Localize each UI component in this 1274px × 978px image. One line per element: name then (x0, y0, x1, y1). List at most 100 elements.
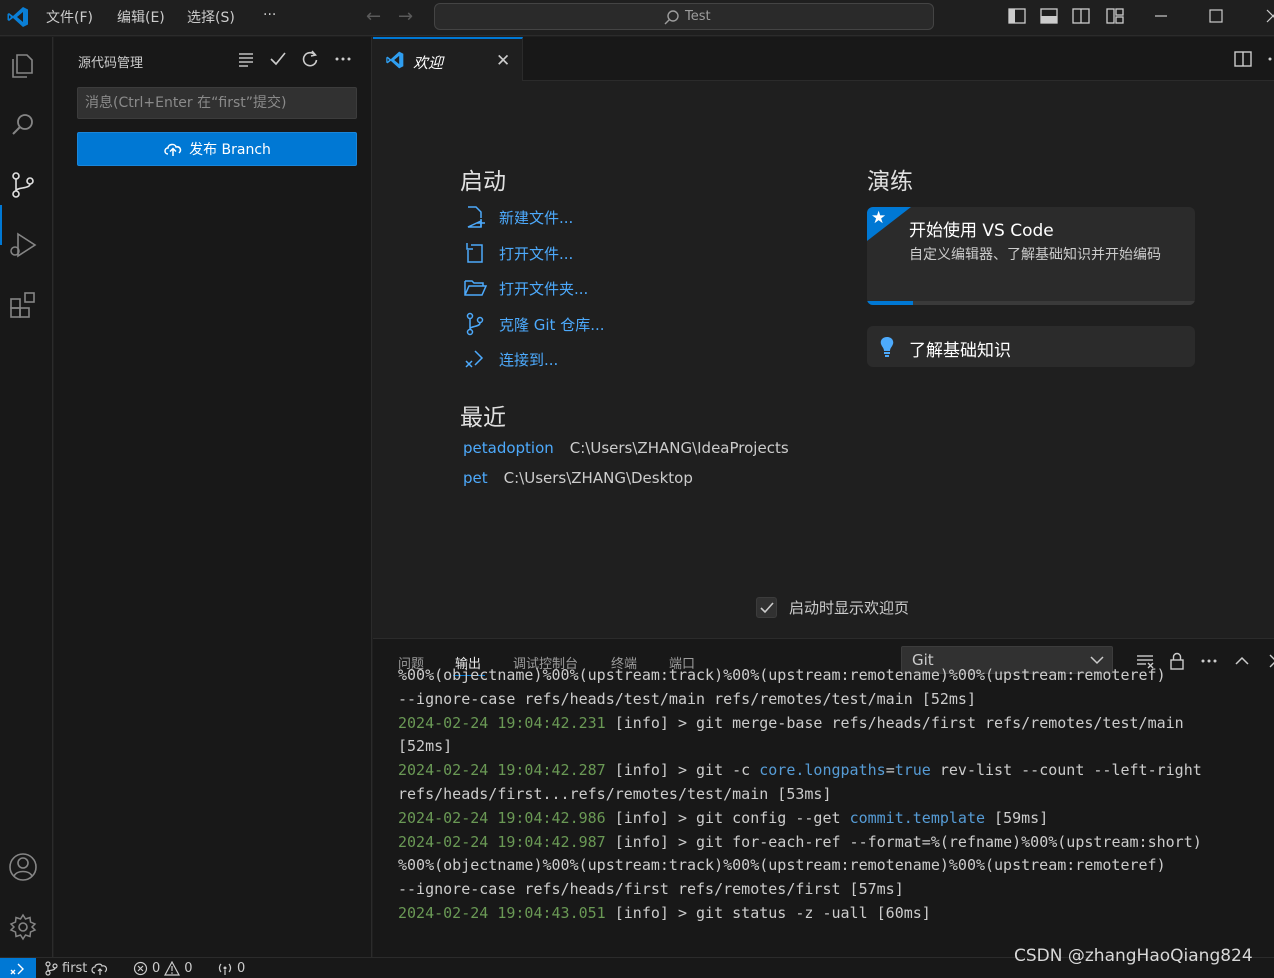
extensions-icon[interactable] (5, 287, 41, 323)
output-segment: 2024-02-24 19:04:42.287 (398, 761, 606, 780)
output-segment: commit.template (849, 808, 986, 827)
output-line: 2024-02-24 19:04:43.051 [info] > git sta… (398, 902, 1268, 926)
lightbulb-icon (880, 337, 894, 357)
more-actions-icon[interactable] (333, 49, 353, 69)
menu-edit[interactable]: 编辑(E) (117, 7, 165, 27)
watermark-text: CSDN @zhangHaoQiang824 (1014, 946, 1253, 966)
accounts-icon[interactable] (5, 849, 41, 885)
learn-basics-card[interactable]: 了解基础知识 (867, 326, 1195, 367)
menu-file[interactable]: 文件(F) (46, 7, 93, 27)
run-debug-icon[interactable] (5, 227, 41, 263)
command-center-search[interactable]: Test (434, 3, 934, 30)
connect-to-label: 连接到... (499, 350, 559, 369)
branch-name: first (62, 961, 88, 976)
output-line: 2024-02-24 19:04:42.987 [info] > git for… (398, 831, 1268, 855)
commit-check-icon[interactable] (268, 49, 288, 69)
search-text: Test (685, 9, 711, 24)
warning-count: 0 (184, 961, 193, 976)
warning-icon (164, 961, 181, 976)
open-folder-link[interactable]: 打开文件夹... (463, 275, 588, 301)
output-log[interactable]: %00%(objectname)%00%(upstream:track)%00%… (398, 664, 1268, 944)
branch-indicator[interactable]: first (44, 961, 109, 976)
show-welcome-on-startup[interactable]: 启动时显示欢迎页 (756, 597, 909, 618)
split-editor-icon[interactable] (1233, 49, 1253, 69)
tab-close-icon[interactable]: ✕ (496, 51, 510, 71)
new-file-link[interactable]: 新建文件... (463, 204, 573, 230)
new-file-label: 新建文件... (499, 208, 574, 227)
output-line: 2024-02-24 19:04:42.986 [info] > git con… (398, 807, 1268, 831)
vscode-logo-icon (7, 7, 28, 27)
git-branch-icon (45, 961, 58, 976)
open-folder-icon (464, 280, 487, 296)
open-file-link[interactable]: 打开文件... (463, 240, 573, 266)
start-section-title: 启动 (460, 169, 506, 195)
ports-indicator[interactable]: 0 (217, 961, 245, 976)
error-icon (133, 961, 148, 976)
customize-layout-icon[interactable] (1104, 6, 1126, 26)
publish-branch-label: 发布 Branch (189, 142, 271, 158)
output-segment: %00%(objectname)%00%(upstream:track)%00%… (398, 666, 1166, 684)
minimize-icon[interactable] (1150, 6, 1172, 26)
toggle-secondary-sidebar-icon[interactable] (1070, 6, 1092, 26)
editor-tabs: 欢迎 ✕ (373, 37, 1274, 81)
open-file-label: 打开文件... (499, 244, 574, 263)
back-arrow-icon[interactable]: ← (366, 6, 381, 27)
star-icon: ★ (871, 208, 887, 228)
menu-selection[interactable]: 选择(S) (187, 7, 235, 27)
get-started-walkthrough-card[interactable]: ★ 开始使用 VS Code 自定义编辑器、了解基础知识并开始编码 (867, 207, 1195, 305)
publish-cloud-icon (91, 963, 108, 975)
show-welcome-checkbox[interactable] (756, 597, 777, 618)
output-line: %00%(objectname)%00%(upstream:track)%00%… (398, 664, 1268, 688)
output-segment: [59ms] (985, 808, 1049, 827)
output-line: --ignore-case refs/heads/first refs/remo… (398, 878, 1268, 902)
output-segment: --ignore-case refs/heads/test/main refs/… (398, 689, 976, 708)
sidebar-title: 源代码管理 (78, 56, 144, 71)
view-as-list-icon[interactable] (236, 49, 256, 69)
walkthrough-section-title: 演练 (867, 169, 913, 195)
explorer-icon[interactable] (5, 47, 41, 83)
error-count: 0 (152, 961, 161, 976)
recent-item-path: C:\Users\ZHANG\Desktop (503, 469, 693, 487)
output-segment: --ignore-case refs/heads/first refs/remo… (398, 880, 904, 899)
output-line: 2024-02-24 19:04:42.287 [info] > git -c … (398, 759, 1268, 783)
output-line: [52ms] (398, 735, 1268, 759)
open-folder-label: 打开文件夹... (499, 279, 589, 298)
remote-icon (10, 963, 24, 974)
commit-message-input[interactable] (77, 87, 357, 119)
recent-item-name[interactable]: pet (463, 469, 488, 487)
output-segment: rev-list --count --left-right (930, 761, 1202, 780)
recent-item: petadoption C:\Users\ZHANG\IdeaProjects (463, 439, 789, 457)
output-segment: [info] > git status -z -uall [60ms] (605, 903, 931, 922)
close-window-icon[interactable] (1262, 6, 1274, 26)
bottom-panel: 问题 输出 调试控制台 终端 端口 Git %00%(objectname)%0… (373, 638, 1274, 957)
open-file-icon (466, 243, 483, 263)
output-segment: [info] > git config --get (605, 808, 850, 827)
publish-branch-button[interactable]: 发布 Branch (77, 132, 357, 166)
maximize-icon[interactable] (1205, 6, 1227, 26)
search-view-icon[interactable] (5, 107, 41, 143)
output-segment: [info] > git for-each-ref --format=%(ref… (605, 832, 1202, 851)
clone-repo-link[interactable]: 克隆 Git 仓库... (463, 311, 605, 337)
learn-basics-title: 了解基础知识 (909, 341, 1011, 361)
refresh-icon[interactable] (300, 49, 320, 69)
problems-indicator[interactable]: 0 0 (133, 961, 193, 976)
toggle-primary-sidebar-icon[interactable] (1006, 6, 1028, 26)
editor-more-icon[interactable] (1266, 49, 1274, 69)
connect-to-link[interactable]: 连接到... (463, 346, 558, 372)
settings-gear-icon[interactable] (5, 909, 41, 945)
recent-item-name[interactable]: petadoption (463, 439, 554, 457)
source-control-icon[interactable] (5, 167, 41, 203)
output-segment: 2024-02-24 19:04:42.231 (398, 713, 606, 732)
forward-arrow-icon[interactable]: → (398, 6, 413, 27)
tab-welcome[interactable]: 欢迎 ✕ (373, 37, 523, 81)
toggle-panel-icon[interactable] (1038, 6, 1060, 26)
output-segment: true (894, 761, 931, 780)
cloud-upload-icon (164, 143, 182, 156)
output-line: refs/heads/first...refs/remotes/test/mai… (398, 783, 1268, 807)
menu-more[interactable]: ··· (263, 7, 276, 23)
walkthrough-title: 开始使用 VS Code (909, 221, 1054, 241)
output-segment: 2024-02-24 19:04:43.051 (398, 903, 606, 922)
output-line: --ignore-case refs/heads/test/main refs/… (398, 688, 1268, 712)
broadcast-icon (218, 963, 232, 975)
remote-indicator[interactable] (0, 958, 36, 978)
